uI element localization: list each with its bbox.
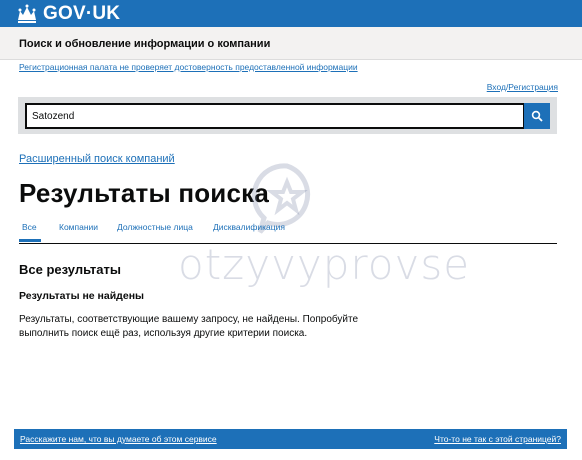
feedback-link[interactable]: Расскажите нам, что вы думаете об этом с…: [20, 434, 217, 444]
tab-companies[interactable]: Компании: [59, 222, 98, 232]
search-input[interactable]: [25, 103, 525, 129]
active-tab-indicator: [19, 239, 41, 242]
service-bar: Поиск и обновление информации о компании: [0, 27, 582, 60]
advanced-search-link[interactable]: Расширенный поиск компаний: [19, 153, 175, 165]
all-results-heading: Все результаты: [19, 262, 122, 277]
top-bar: GOV·UK: [0, 0, 582, 27]
feedback-footer: Расскажите нам, что вы думаете об этом с…: [14, 429, 567, 449]
search-button[interactable]: [524, 103, 550, 129]
tab-all[interactable]: Все: [22, 222, 37, 232]
report-problem-link[interactable]: Что-то не так с этой страницей?: [434, 434, 561, 444]
tab-officers[interactable]: Должностные лица: [117, 222, 193, 232]
disclaimer-link[interactable]: Регистрационная палата не проверяет дост…: [19, 62, 358, 72]
login-link[interactable]: Вход/Регистрация: [487, 82, 558, 92]
search-bar: [18, 97, 557, 134]
search-icon: [531, 110, 543, 122]
logo-text: GOV·UK: [43, 3, 121, 24]
tab-disqualifications[interactable]: Дисквалификация: [213, 222, 285, 232]
govuk-logo[interactable]: GOV·UK: [16, 3, 120, 25]
watermark-text: otzyvyprovse: [178, 240, 471, 289]
service-name[interactable]: Поиск и обновление информации о компании: [19, 38, 270, 50]
page-title: Результаты поиска: [19, 178, 270, 208]
no-results-heading: Результаты не найдены: [19, 290, 145, 302]
crown-icon: [18, 4, 36, 23]
no-results-message: Результаты, соответствующие вашему запро…: [19, 314, 358, 339]
